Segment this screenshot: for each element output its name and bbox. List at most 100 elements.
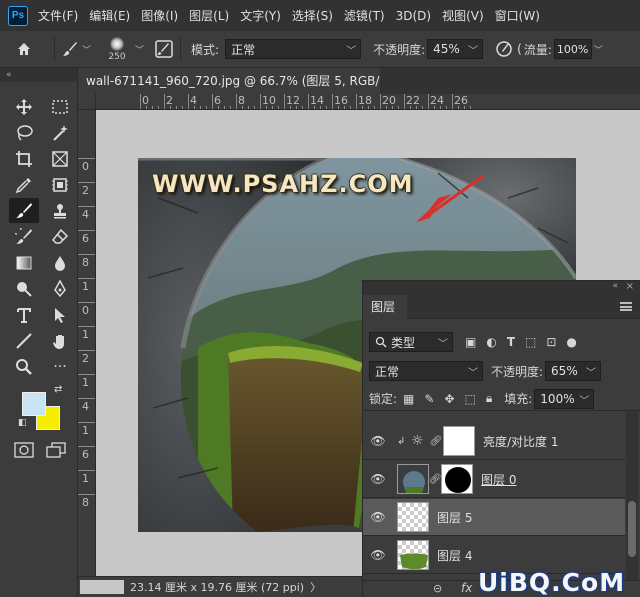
horizontal-ruler[interactable]: 0 2 4 6 8 10 12 14 16 18 20 22 24 26 — [96, 94, 640, 110]
eye-icon[interactable]: 👁︎ — [363, 548, 393, 562]
dodge-tool[interactable] — [9, 276, 39, 301]
mode-select[interactable]: 正常 ﹀ — [225, 39, 362, 59]
pressure-opacity-toggle[interactable] — [495, 40, 513, 58]
gradient-tool[interactable] — [9, 250, 39, 275]
lock-transparent-icon[interactable]: ▦ — [403, 392, 414, 406]
eye-icon[interactable]: 👁︎ — [363, 434, 393, 448]
clone-stamp-tool[interactable] — [45, 198, 75, 223]
tool-preset-picker[interactable]: ﹀ — [61, 40, 91, 58]
mode-label: 模式: — [191, 42, 220, 57]
layer-mask-thumbnail[interactable] — [441, 464, 473, 494]
tools-panel-collapse[interactable]: « — [0, 68, 77, 82]
layer-thumbnail[interactable] — [397, 502, 429, 532]
ruler-origin[interactable] — [78, 94, 96, 110]
crop-tool[interactable] — [9, 146, 39, 171]
marquee-tool[interactable] — [45, 94, 75, 119]
frame-tool[interactable] — [45, 146, 75, 171]
layer-thumbnail[interactable] — [397, 464, 429, 494]
hand-tool[interactable] — [45, 328, 75, 353]
quick-mask-button[interactable] — [14, 442, 34, 458]
eyedropper-tool[interactable] — [9, 172, 39, 197]
chevron-down-icon: ﹀ — [346, 46, 357, 57]
menu-type[interactable]: 文字(Y) — [240, 7, 281, 24]
path-selection-tool[interactable] — [45, 302, 75, 327]
fill-input[interactable]: 100% ﹀ — [534, 388, 595, 409]
menu-3d[interactable]: 3D(D) — [396, 9, 431, 23]
tools-panel: « ··· ⇄ ◧ — [0, 68, 78, 597]
spot-healing-tool[interactable] — [45, 172, 75, 197]
lock-pixels-icon[interactable]: ✎ — [424, 392, 434, 406]
foreground-color-swatch[interactable] — [22, 392, 46, 416]
fill-label: 填充: — [504, 392, 533, 406]
menu-image[interactable]: 图像(I) — [141, 7, 178, 24]
pen-tool[interactable] — [45, 276, 75, 301]
airbrush-icon[interactable]: ( — [517, 42, 522, 56]
lasso-tool[interactable] — [9, 120, 39, 145]
layer-blend-mode-select[interactable]: 正常 ﹀ — [369, 361, 483, 381]
layer-row-brightness-contrast[interactable]: 👁︎ ↲ ☼ 🔗︎ 亮度/对比度 1 — [363, 423, 625, 460]
more-tools[interactable]: ··· — [45, 354, 75, 379]
panel-close-icon[interactable]: × — [626, 281, 634, 292]
layer-style-icon[interactable]: fx — [461, 581, 472, 595]
brush-preset-picker[interactable]: 250 — [99, 33, 135, 65]
layer-filter-select[interactable]: 类型 ﹀ — [369, 332, 453, 352]
default-colors-icon[interactable]: ◧ — [18, 418, 27, 428]
menu-layer[interactable]: 图层(L) — [189, 7, 229, 24]
home-button[interactable] — [0, 41, 48, 57]
layers-scrollbar[interactable] — [626, 411, 638, 581]
layer-thumbnail[interactable] — [397, 540, 429, 570]
link-layers-icon[interactable]: ⊝ — [433, 582, 442, 595]
filter-smart-object-icon[interactable]: ⊡ — [546, 335, 556, 349]
layer-opacity-input[interactable]: 65% ﹀ — [545, 361, 602, 381]
blur-tool[interactable] — [45, 250, 75, 275]
vertical-ruler[interactable]: 024681012141618 — [78, 110, 96, 576]
document-tab[interactable]: wall-671141_960_720.jpg @ 66.7% (图层 5, R… — [78, 68, 380, 94]
brush-settings-toggle[interactable] — [154, 39, 174, 59]
layer-mask-thumbnail[interactable] — [443, 426, 475, 456]
eye-icon[interactable]: 👁︎ — [363, 472, 393, 486]
screen-mode-button[interactable] — [46, 442, 66, 458]
filter-adjustment-icon[interactable]: ◐ — [486, 335, 496, 349]
swap-colors-icon[interactable]: ⇄ — [54, 384, 62, 395]
menu-file[interactable]: 文件(F) — [38, 7, 78, 24]
line-tool[interactable] — [9, 328, 39, 353]
filter-toggle-icon[interactable]: ● — [566, 335, 576, 349]
menu-view[interactable]: 视图(V) — [442, 7, 484, 24]
opacity-input[interactable]: 45% ﹀ — [427, 39, 484, 59]
lock-all-icon[interactable]: 🔒︎ — [486, 391, 492, 406]
panel-menu-icon[interactable] — [620, 302, 632, 311]
menu-filter[interactable]: 滤镜(T) — [344, 7, 385, 24]
magic-wand-tool[interactable] — [45, 120, 75, 145]
layer-row-layer-0[interactable]: 👁︎ 🔗︎ 图层 0 — [363, 461, 625, 498]
scrollbar-thumb[interactable] — [628, 501, 636, 557]
eye-icon[interactable]: 👁︎ — [363, 510, 393, 524]
panel-collapse-icon[interactable]: « — [612, 281, 618, 291]
zoom-level-field[interactable] — [80, 580, 124, 594]
history-brush-icon — [15, 227, 32, 244]
brush-tool[interactable] — [9, 198, 39, 223]
layers-tab[interactable]: 图层 — [363, 295, 407, 319]
layer-row-layer-5[interactable]: 👁︎ 图层 5 — [363, 499, 625, 536]
history-brush-tool[interactable] — [9, 224, 39, 249]
mask-link-icon[interactable]: 🔗︎ — [429, 474, 442, 485]
filter-pixel-icon[interactable]: ▣ — [465, 335, 476, 349]
lock-artboard-icon[interactable]: ⬚ — [465, 392, 476, 406]
mask-link-icon[interactable]: 🔗︎ — [429, 436, 443, 447]
lock-position-icon[interactable]: ✥ — [444, 392, 454, 406]
menu-window[interactable]: 窗口(W) — [495, 7, 540, 24]
chevron-down-icon[interactable]: ﹀ — [594, 43, 603, 56]
flow-input[interactable]: 100% — [553, 39, 592, 59]
ruler-tick — [78, 254, 95, 255]
filter-shape-icon[interactable]: ⬚ — [525, 335, 536, 349]
eraser-tool[interactable] — [45, 224, 75, 249]
photoshop-logo[interactable]: Ps — [8, 5, 28, 26]
status-menu-arrow-icon[interactable]: 〉 — [310, 579, 321, 595]
menu-edit[interactable]: 编辑(E) — [89, 7, 130, 24]
menu-select[interactable]: 选择(S) — [292, 7, 333, 24]
move-tool[interactable] — [9, 94, 39, 119]
type-tool[interactable] — [9, 302, 39, 327]
chevron-down-icon[interactable]: ﹀ — [135, 43, 144, 56]
layer-opacity-label: 不透明度: — [491, 364, 544, 379]
filter-type-icon[interactable]: T — [507, 335, 515, 349]
zoom-tool[interactable] — [9, 354, 39, 379]
